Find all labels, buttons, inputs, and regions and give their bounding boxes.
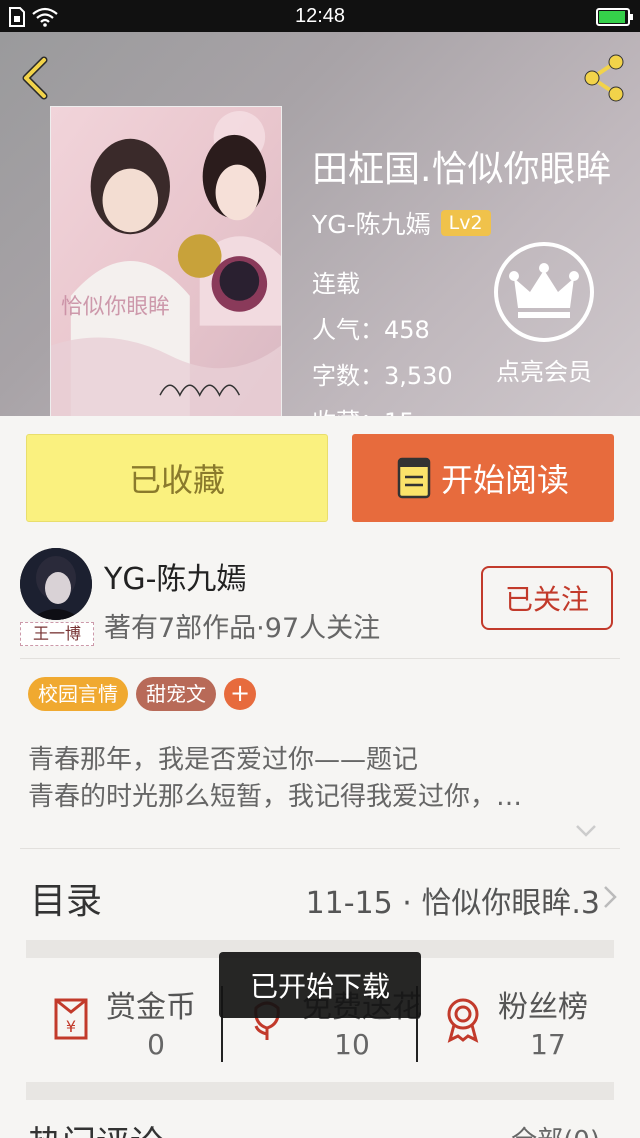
author-name[interactable]: YG-陈九嫣 (104, 554, 246, 598)
description-line-1: 青春那年，我是否爱过你——题记 (28, 745, 419, 775)
hero-author-row: YG-陈九嫣 Lv2 (312, 206, 491, 240)
hot-comments-title: 热门评论 (28, 1116, 164, 1138)
book-status: 连载 (312, 270, 360, 298)
reward-coins-button[interactable]: ¥ 赏金币 0 (26, 958, 222, 1082)
book-description[interactable]: 青春那年，我是否爱过你——题记 青春的时光那么短暂，我记得我爱过你，… (28, 742, 612, 816)
chevron-right-icon (604, 886, 617, 908)
action-bar: 已收藏 开始阅读 (0, 416, 640, 540)
vip-button[interactable]: 点亮会员 (488, 242, 600, 387)
book-popularity: 人气：458 (312, 316, 430, 344)
back-icon[interactable] (14, 54, 58, 102)
add-tag-button[interactable]: + (224, 678, 256, 710)
all-comments-link[interactable]: 全部(0) (511, 1120, 600, 1138)
tag-list: 校园言情 甜宠文 + (28, 676, 256, 712)
svg-text:¥: ¥ (66, 1017, 76, 1036)
book-cover[interactable]: 恰似你眼眸 (50, 106, 282, 416)
reward-coins-label: 赏金币 (106, 990, 196, 1025)
divider (20, 848, 620, 849)
start-reading-label: 开始阅读 (440, 461, 569, 499)
collect-button[interactable]: 已收藏 (26, 434, 328, 522)
book-header: 恰似你眼眸 田柾国.恰似你眼眸 YG-陈九嫣 Lv2 连载 人气：458 字数：… (0, 32, 640, 416)
reward-coins-value: 0 (147, 1028, 165, 1061)
divider (20, 658, 620, 659)
author-stats: 著有7部作品·97人关注 (104, 613, 381, 644)
fan-ranking-button[interactable]: 粉丝榜 17 (418, 958, 614, 1082)
book-icon (397, 457, 431, 499)
toast-message: 已开始下载 (249, 970, 390, 1003)
tag-sweet-romance[interactable]: 甜宠文 (136, 677, 216, 711)
tag-campus-romance[interactable]: 校园言情 (28, 677, 128, 711)
book-word-count: 字数：3,530 (312, 362, 453, 390)
avatar[interactable] (20, 548, 92, 620)
battery-icon (596, 8, 633, 26)
share-icon[interactable] (578, 52, 630, 104)
catalog-row[interactable]: 目录 11-15 · 恰似你眼眸.3 (0, 850, 640, 940)
hero-author-name[interactable]: YG-陈九嫣 (312, 205, 431, 241)
follow-button[interactable]: 已关注 (481, 566, 613, 630)
collect-label: 已收藏 (128, 461, 225, 499)
free-flower-value: 10 (334, 1028, 370, 1061)
author-section: 王一博 YG-陈九嫣 著有7部作品·97人关注 已关注 (0, 540, 640, 658)
level-badge: Lv2 (440, 210, 491, 236)
fan-ranking-label: 粉丝榜 (498, 990, 588, 1025)
description-line-2: 青春的时光那么短暂，我记得我爱过你，… (28, 782, 523, 812)
svg-text:恰似你眼眸: 恰似你眼眸 (61, 295, 170, 320)
clock: 12:48 (294, 5, 346, 27)
status-bar: 12:48 (0, 0, 640, 32)
vip-label: 点亮会员 (496, 358, 592, 386)
follow-label: 已关注 (504, 583, 589, 616)
start-reading-button[interactable]: 开始阅读 (352, 434, 614, 522)
book-title: 田柾国.恰似你眼眸 (312, 149, 612, 190)
avatar-tag: 王一博 (20, 622, 94, 646)
book-favorites: 收藏：15 (312, 402, 415, 416)
download-toast: 已开始下载 (219, 952, 421, 1018)
medal-icon (447, 998, 479, 1043)
latest-chapter: 11-15 · 恰似你眼眸.3 (305, 886, 600, 921)
fan-ranking-value: 17 (530, 1028, 566, 1061)
section-separator (26, 1082, 614, 1100)
chevron-down-icon[interactable] (574, 822, 598, 840)
red-envelope-icon: ¥ (54, 998, 88, 1040)
catalog-label: 目录 (30, 881, 103, 922)
crown-icon (494, 242, 594, 342)
